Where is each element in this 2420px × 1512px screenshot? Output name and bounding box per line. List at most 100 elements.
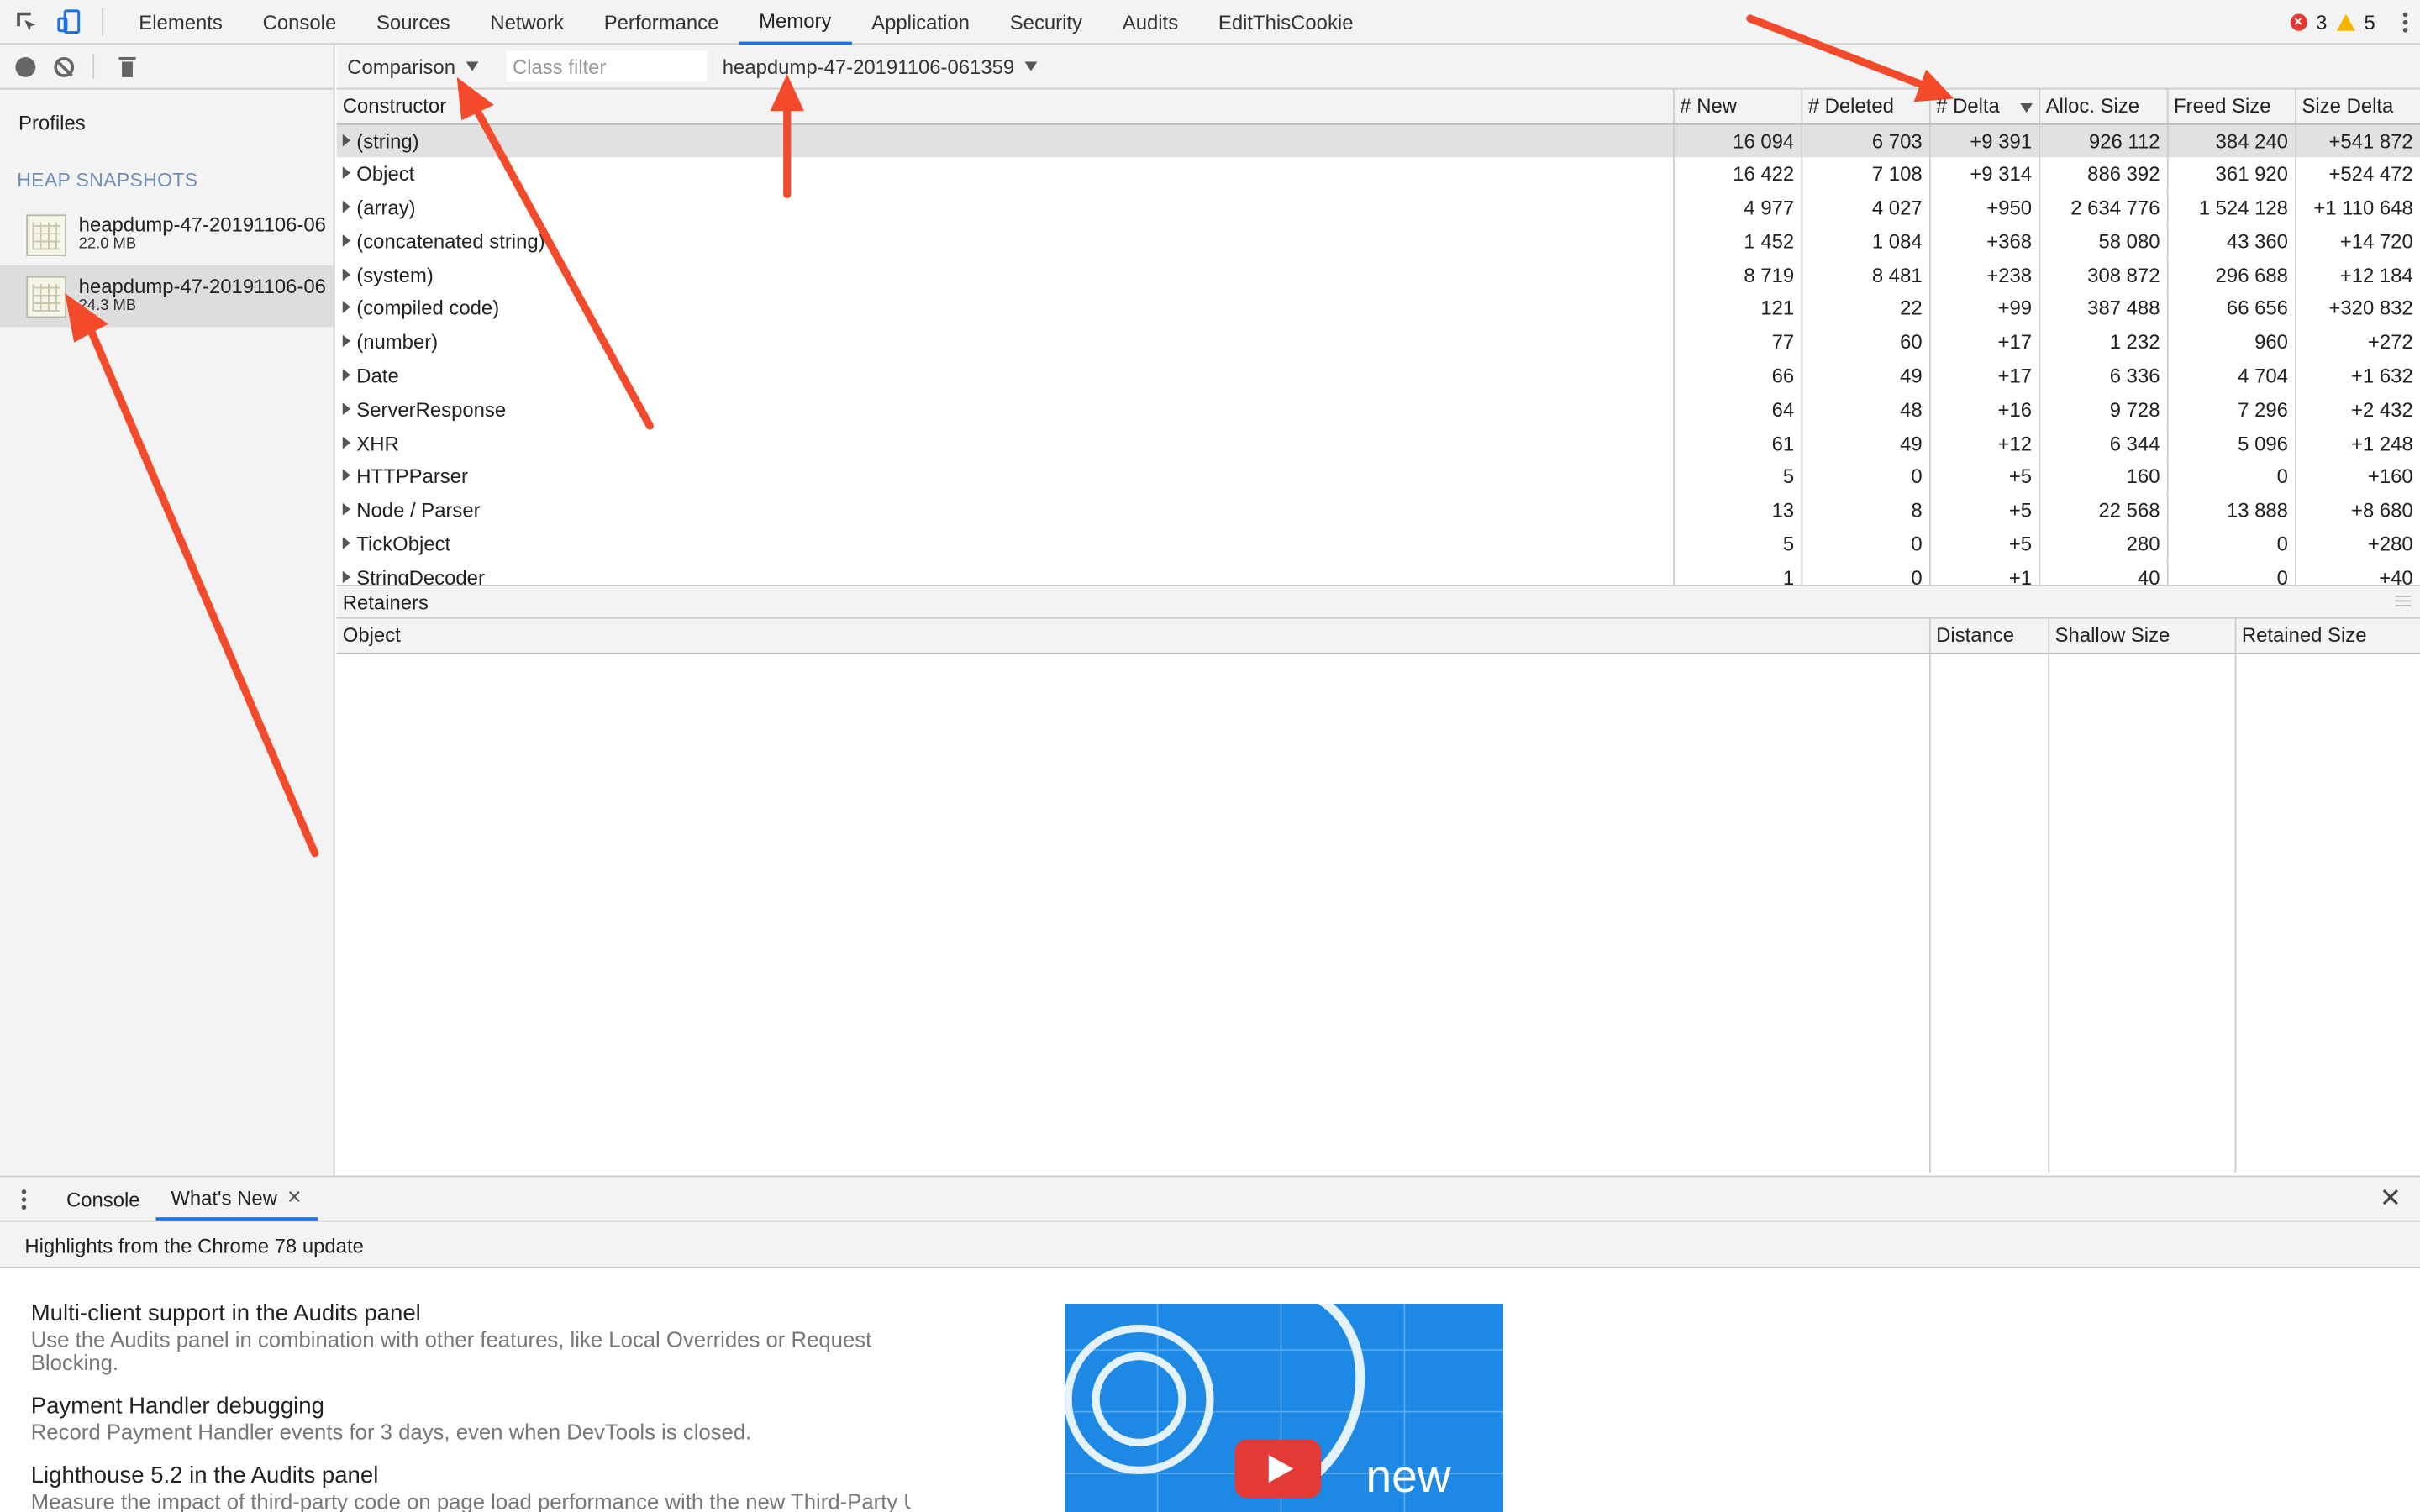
table-row[interactable]: (array) 4 977 4 027 +950 2 634 776 1 524 128 +… xyxy=(336,191,2420,225)
snapshot-icon xyxy=(26,214,66,256)
expand-triangle-icon[interactable] xyxy=(342,166,350,180)
issue-counters[interactable]: × 3 5 xyxy=(2289,10,2420,33)
tab-audits[interactable]: Audits xyxy=(1102,0,1198,44)
expand-triangle-icon[interactable] xyxy=(342,402,350,415)
record-icon[interactable] xyxy=(15,56,36,76)
whats-new-label: What's New xyxy=(171,1185,277,1210)
warning-icon xyxy=(2336,13,2355,30)
table-row[interactable]: (number) 77 60 +17 1 232 960 +272 xyxy=(336,325,2420,360)
profiles-heading[interactable]: Profiles xyxy=(0,90,334,158)
close-drawer-icon[interactable]: ✕ xyxy=(2380,1177,2402,1220)
table-row[interactable]: (compiled code) 121 22 +99 387 488 66 656 +320… xyxy=(336,291,2420,326)
value-cell: +2 432 xyxy=(2295,392,2420,427)
drawer-menu-icon[interactable] xyxy=(21,1177,27,1220)
table-row[interactable]: HTTPParser 5 0 +5 160 0 +160 xyxy=(336,459,2420,494)
value-cell: 16 422 xyxy=(1673,156,1802,192)
tab-performance[interactable]: Performance xyxy=(584,0,739,44)
table-row[interactable]: XHR 61 49 +12 6 344 5 096 +1 248 xyxy=(336,426,2420,460)
base-snapshot-dropdown[interactable]: heapdump-47-20191106-061359 xyxy=(723,55,1038,78)
col-delta-label: # Delta xyxy=(1936,94,2000,118)
col-object[interactable]: Object xyxy=(336,618,1930,654)
tab-elements[interactable]: Elements xyxy=(118,0,242,44)
drawer-tab-console[interactable]: Console xyxy=(51,1177,155,1220)
tab-network[interactable]: Network xyxy=(470,0,583,44)
col-deleted[interactable]: # Deleted xyxy=(1801,89,1930,124)
news-item[interactable]: Lighthouse 5.2 in the Audits panel Measu… xyxy=(31,1462,957,1512)
table-row[interactable]: StringDecoder 1 0 +1 40 0 +40 xyxy=(336,560,2420,585)
device-toolbar-icon[interactable] xyxy=(52,5,86,39)
table-row[interactable]: Node / Parser 13 8 +5 22 568 13 888 +8 680 xyxy=(336,493,2420,528)
value-cell: 1 452 xyxy=(1673,224,1802,259)
table-row[interactable]: Date 66 49 +17 6 336 4 704 +1 632 xyxy=(336,359,2420,393)
news-item[interactable]: Payment Handler debugging Record Payment… xyxy=(31,1394,957,1445)
table-row[interactable]: ServerResponse 64 48 +16 9 728 7 296 +2 432 xyxy=(336,392,2420,427)
value-cell: +9 314 xyxy=(1928,156,2040,192)
expand-triangle-icon[interactable] xyxy=(342,470,350,482)
tab-memory[interactable]: Memory xyxy=(739,0,852,45)
clear-icon[interactable] xyxy=(54,56,75,76)
table-row[interactable]: (concatenated string) 1 452 1 084 +368 58 08… xyxy=(336,224,2420,259)
constructor-name: TickObject xyxy=(356,532,451,556)
tab-security[interactable]: Security xyxy=(990,0,1102,44)
value-cell: 13 xyxy=(1673,493,1802,528)
tab-application[interactable]: Application xyxy=(851,0,990,44)
col-distance[interactable]: Distance xyxy=(1928,618,2049,654)
expand-triangle-icon[interactable] xyxy=(342,435,350,449)
value-cell: 280 xyxy=(2039,527,2168,561)
toolbar-divider xyxy=(102,8,104,36)
value-cell: 58 080 xyxy=(2039,224,2168,259)
tab-console[interactable]: Console xyxy=(243,0,356,44)
table-row[interactable]: TickObject 5 0 +5 280 0 +280 xyxy=(336,527,2420,561)
news-description: Use the Audits panel in combination with… xyxy=(30,1326,872,1375)
col-retained-size[interactable]: Retained Size xyxy=(2234,618,2420,654)
col-shallow-size[interactable]: Shallow Size xyxy=(2048,618,2236,654)
snapshot-item[interactable]: heapdump-47-20191106-06 22.0 MB xyxy=(0,203,334,265)
col-freed-size[interactable]: Freed Size xyxy=(2166,89,2296,124)
col-size-delta[interactable]: Size Delta xyxy=(2295,89,2420,124)
expand-triangle-icon[interactable] xyxy=(342,368,350,381)
col-delta[interactable]: # Delta xyxy=(1928,89,2040,124)
value-cell: 0 xyxy=(2166,527,2296,561)
drawer-tab-whats-new[interactable]: What's New ✕ xyxy=(155,1177,318,1221)
value-cell: +1 110 648 xyxy=(2295,191,2420,225)
constructor-cell: Date xyxy=(336,359,1674,393)
expand-triangle-icon[interactable] xyxy=(342,570,350,583)
close-tab-icon[interactable]: ✕ xyxy=(287,1186,302,1208)
value-cell: +40 xyxy=(2295,560,2420,585)
value-cell: +272 xyxy=(2295,325,2420,360)
news-item[interactable]: Multi-client support in the Audits panel… xyxy=(31,1300,957,1374)
resize-grip-icon[interactable] xyxy=(2395,595,2411,606)
more-options-icon[interactable] xyxy=(2402,11,2408,32)
view-mode-dropdown[interactable]: Comparison xyxy=(347,55,479,78)
col-constructor[interactable]: Constructor xyxy=(336,89,1674,124)
value-cell: +5 xyxy=(1928,527,2040,561)
tab-editthiscookie[interactable]: EditThisCookie xyxy=(1198,0,1373,44)
expand-triangle-icon[interactable] xyxy=(342,537,350,549)
col-new[interactable]: # New xyxy=(1673,89,1802,124)
table-row[interactable]: Object 16 422 7 108 +9 314 886 392 361 920 +52… xyxy=(336,156,2420,192)
value-cell: 22 568 xyxy=(2039,493,2168,528)
release-video-thumbnail[interactable]: new xyxy=(1065,1304,1503,1512)
retainers-grid-header: Object Distance Shallow Size Retained Si… xyxy=(336,618,2420,654)
value-cell: 4 027 xyxy=(1801,191,1930,225)
col-alloc-size[interactable]: Alloc. Size xyxy=(2039,89,2168,124)
expand-triangle-icon[interactable] xyxy=(342,334,350,348)
inspect-element-icon[interactable] xyxy=(9,5,43,39)
value-cell: 387 488 xyxy=(2039,291,2168,326)
constructor-cell: TickObject xyxy=(336,527,1674,561)
snapshot-item-selected[interactable]: heapdump-47-20191106-06 24.3 MB xyxy=(0,265,334,328)
expand-triangle-icon[interactable] xyxy=(342,267,350,281)
trash-icon[interactable] xyxy=(118,56,136,76)
table-row[interactable]: (system) 8 719 8 481 +238 308 872 296 688 +12 … xyxy=(336,258,2420,292)
constructor-name: (string) xyxy=(356,129,419,153)
value-cell: 384 240 xyxy=(2166,123,2296,157)
expand-triangle-icon[interactable] xyxy=(342,200,350,213)
class-filter-input[interactable] xyxy=(506,50,708,82)
expand-triangle-icon[interactable] xyxy=(342,234,350,247)
table-row[interactable]: (string) 16 094 6 703 +9 391 926 112 384 240 +… xyxy=(336,123,2420,157)
expand-triangle-icon[interactable] xyxy=(342,134,350,146)
value-cell: +238 xyxy=(1928,258,2040,292)
tab-sources[interactable]: Sources xyxy=(356,0,470,44)
expand-triangle-icon[interactable] xyxy=(342,503,350,516)
expand-triangle-icon[interactable] xyxy=(342,301,350,314)
